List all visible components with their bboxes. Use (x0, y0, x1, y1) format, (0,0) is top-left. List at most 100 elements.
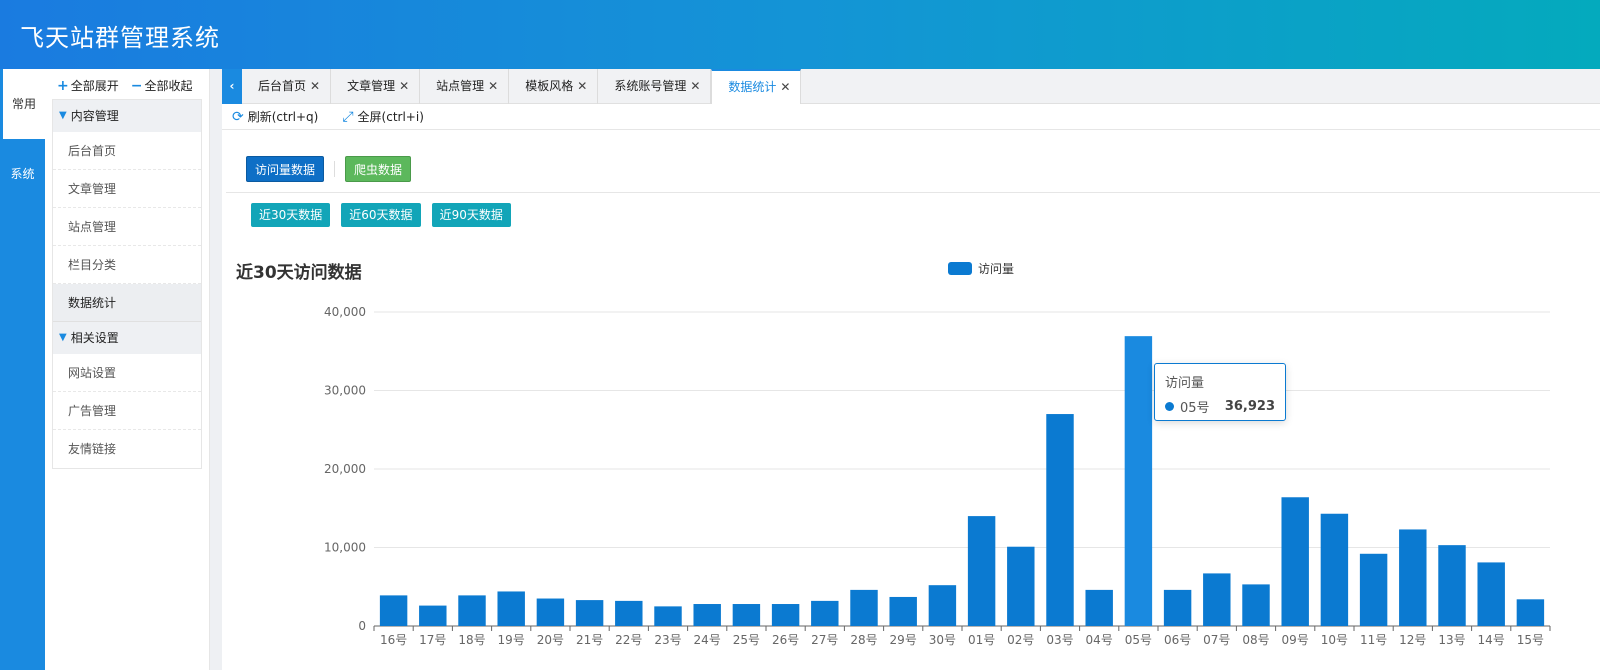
tab-dashboard[interactable]: 后台首页 ✕ (242, 69, 332, 104)
menu-group-label: 内容管理 (70, 109, 119, 123)
bar[interactable] (1438, 545, 1466, 626)
tab-list: 后台首页 ✕ 文章管理 ✕ 站点管理 ✕ 模板风格 ✕ 系统账号管理 ✕ 数据统计 ✕ (242, 69, 802, 105)
bar[interactable] (732, 604, 761, 626)
bar[interactable] (1085, 589, 1113, 626)
bar[interactable] (575, 600, 604, 626)
tab-label: 模板风格 (525, 79, 574, 93)
x-tick-label: 15号 (1517, 633, 1544, 647)
close-icon[interactable]: ✕ (488, 69, 498, 104)
bar[interactable] (1163, 589, 1192, 626)
expand-all-button[interactable]: + 全部展开 (57, 77, 119, 94)
chevron-down-icon: ▼ (59, 332, 67, 343)
sidebar: + 全部展开 − 全部收起 ▼ 内容管理 后台首页 文章管理 站点管理 栏目分类… (45, 69, 210, 670)
bar[interactable] (771, 604, 800, 626)
tooltip-value: 36,923 (1224, 399, 1275, 414)
x-tick-label: 10号 (1321, 633, 1348, 647)
x-tick-label: 23号 (654, 633, 681, 647)
menu-item-ads[interactable]: 广告管理 (53, 392, 201, 430)
close-icon[interactable]: ✕ (399, 69, 409, 104)
fullscreen-icon: ⤢ (342, 108, 354, 125)
menu-item-categories[interactable]: 栏目分类 (53, 246, 201, 284)
close-icon[interactable]: ✕ (577, 69, 587, 104)
bar[interactable] (1046, 414, 1074, 626)
x-tick-label: 05号 (1125, 633, 1152, 647)
bar[interactable] (654, 606, 682, 626)
bar[interactable] (1007, 546, 1035, 626)
sidebar-menu: ▼ 内容管理 后台首页 文章管理 站点管理 栏目分类 数据统计 ▼ 相关设置 网… (52, 99, 202, 469)
toolbar: ⟳ 刷新(ctrl+q) ⤢ 全屏(ctrl+i) (222, 104, 1600, 130)
bar[interactable] (1242, 584, 1270, 626)
menu-item-site-settings[interactable]: 网站设置 (53, 354, 201, 392)
tab-templates[interactable]: 模板风格 ✕ (509, 69, 599, 104)
menu-item-links[interactable]: 友情链接 (53, 430, 201, 468)
bar[interactable] (967, 516, 996, 626)
bar[interactable] (458, 595, 486, 626)
y-tick-label: 30,000 (324, 384, 366, 398)
sidebar-divider (210, 69, 222, 670)
x-tick-label: 29号 (890, 633, 917, 647)
menu-item-articles[interactable]: 文章管理 (53, 170, 201, 208)
tab-articles[interactable]: 文章管理 ✕ (331, 69, 421, 104)
bar[interactable] (536, 598, 565, 626)
x-tick-label: 21号 (576, 633, 603, 647)
collapse-all-button[interactable]: − 全部收起 (131, 77, 193, 94)
bar[interactable] (419, 605, 447, 626)
vtab-system[interactable]: 系统 (0, 139, 45, 209)
x-tick-label: 19号 (498, 633, 525, 647)
tooltip-dot (1165, 402, 1174, 411)
bar[interactable] (497, 591, 525, 626)
bar[interactable] (1477, 562, 1505, 626)
x-tick-label: 04号 (1086, 633, 1113, 647)
bar[interactable] (1124, 336, 1153, 626)
x-tick-label: 08号 (1242, 633, 1269, 647)
menu-item-dashboard[interactable]: 后台首页 (53, 132, 201, 170)
bar-chart: 0 10,000 20,000 30,000 40,000 16号 17号 18号 19号 20号… (324, 305, 1551, 647)
bar[interactable] (1399, 529, 1427, 626)
app-title: 飞天站群管理系统 (20, 24, 220, 52)
sidebar-actions: + 全部展开 − 全部收起 (57, 77, 193, 94)
bar[interactable] (1203, 573, 1231, 626)
fullscreen-button[interactable]: ⤢ 全屏(ctrl+i) (342, 108, 424, 125)
x-tick-label: 17号 (419, 633, 446, 647)
menu-group-settings[interactable]: ▼ 相关设置 (53, 322, 201, 354)
y-tick-label: 0 (358, 619, 366, 633)
close-icon[interactable]: ✕ (690, 69, 700, 104)
bar[interactable] (693, 604, 721, 626)
x-tick-label: 09号 (1282, 633, 1309, 647)
bar[interactable] (811, 600, 839, 626)
menu-group-content[interactable]: ▼ 内容管理 (53, 100, 201, 132)
bar[interactable] (928, 585, 957, 626)
bar[interactable] (1320, 513, 1349, 626)
x-tick-label: 13号 (1438, 633, 1465, 647)
close-icon[interactable]: ✕ (310, 69, 320, 104)
chart-tooltip: 访问量 05号 36,923 (1154, 363, 1286, 421)
menu-group-label: 相关设置 (70, 331, 119, 345)
x-tick-label: 03号 (1046, 633, 1073, 647)
vtab-common[interactable]: 常用 (3, 69, 45, 139)
x-tick-label: 24号 (694, 633, 721, 647)
refresh-icon: ⟳ (232, 108, 244, 125)
close-icon[interactable]: ✕ (780, 70, 790, 105)
bar[interactable] (379, 595, 408, 626)
bar[interactable] (1281, 497, 1309, 626)
tab-statistics[interactable]: 数据统计 ✕ (711, 69, 802, 105)
tab-accounts[interactable]: 系统账号管理 ✕ (598, 69, 712, 104)
refresh-button[interactable]: ⟳ 刷新(ctrl+q) (232, 108, 318, 125)
menu-item-statistics[interactable]: 数据统计 (53, 284, 201, 322)
bar[interactable] (615, 600, 643, 626)
bar[interactable] (1359, 553, 1388, 626)
bar[interactable] (850, 589, 878, 626)
bar[interactable] (1516, 599, 1545, 626)
minus-icon: − (130, 77, 143, 94)
vertical-tab-bar: 常用 系统 (0, 69, 45, 670)
refresh-label: 刷新(ctrl+q) (247, 110, 319, 124)
plus-icon: + (57, 77, 69, 94)
menu-item-sites[interactable]: 站点管理 (53, 208, 201, 246)
x-tick-label: 25号 (733, 633, 760, 647)
x-tick-label: 11号 (1360, 633, 1387, 647)
tab-label: 后台首页 (258, 79, 307, 93)
chevron-left-icon[interactable]: ‹ (222, 69, 242, 104)
bar[interactable] (889, 596, 917, 626)
x-tick-label: 18号 (458, 633, 485, 647)
tab-sites[interactable]: 站点管理 ✕ (420, 69, 510, 104)
